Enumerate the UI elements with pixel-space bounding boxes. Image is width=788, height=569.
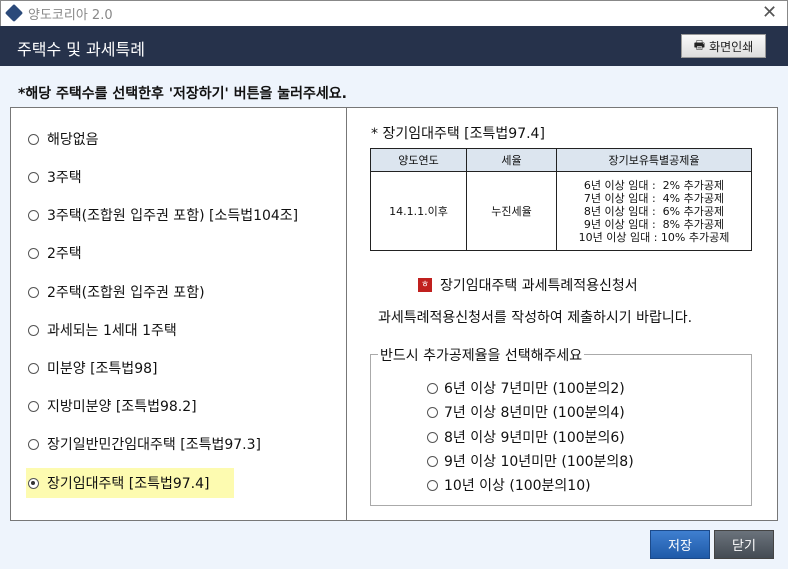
option-label: 장기일반민간임대주택 [조특법97.3] [47,437,261,453]
window-title: 양도코리아 2.0 [28,8,113,23]
print-screen-button[interactable]: 🖶 화면인쇄 [681,34,766,58]
col-deduction: 장기보유특별공제율 [556,148,752,172]
deduction-option[interactable]: 10년 이상 (100분의10) [427,475,591,495]
panel-divider [346,107,347,521]
deduction-option[interactable]: 8년 이상 9년미만 (100분의6) [427,427,625,447]
save-button[interactable]: 저장 [650,530,710,559]
document-icon: ㅎ [418,278,432,292]
radio-button[interactable] [28,133,39,145]
radio-button[interactable] [28,209,39,221]
cell-year: 14.1.1.이후 [370,171,467,251]
radio-button[interactable] [28,286,39,298]
radio-button[interactable] [427,431,438,443]
option-item[interactable]: 해당없음 [26,124,99,154]
deduction-line: 10년 이상 임대 : 10% 추가공제 [578,230,730,244]
option-label: 3주택(조합원 입주권 포함) [소득법104조] [47,208,299,224]
detail-title: * 장기임대주택 [조특법97.4] [371,126,545,142]
form-link-label: 장기임대주택 과세특례적용신청서 [440,278,638,294]
radio-button[interactable] [427,406,438,418]
deduction-option-label: 9년 이상 10년미만 (100분의8) [444,454,634,470]
title-bar [0,0,788,26]
form-description: 과세특례적용신청서를 작성하여 제출하시기 바랍니다. [378,310,693,326]
option-item[interactable]: 장기일반민간임대주택 [조특법97.3] [26,429,261,459]
option-label: 과세되는 1세대 1주택 [47,323,177,339]
radio-button[interactable] [28,438,39,450]
option-item[interactable]: 지방미분양 [조특법98.2] [26,391,197,421]
radio-button[interactable] [427,479,438,491]
cell-deductions: 6년 이상 임대 : 2% 추가공제 7년 이상 임대 : 4% 추가공제 8년 이… [556,171,752,251]
deduction-option[interactable]: 6년 이상 7년미만 (100분의2) [427,378,625,398]
option-label: 지방미분양 [조특법98.2] [47,399,197,415]
window-close-button[interactable]: ✕ [762,2,777,23]
option-item[interactable]: 3주택 [26,162,82,192]
deduction-option[interactable]: 9년 이상 10년미만 (100분의8) [427,451,634,471]
option-item[interactable]: 2주택 [26,238,82,268]
option-label: 장기임대주택 [조특법97.4] [47,476,210,492]
radio-button[interactable] [28,171,39,183]
col-year: 양도연도 [370,148,467,172]
deduction-option-label: 10년 이상 (100분의10) [444,478,591,494]
option-item[interactable]: 미분양 [조특법98] [26,353,157,383]
form-link[interactable]: ㅎ 장기임대주택 과세특례적용신청서 [418,275,638,295]
radio-button[interactable] [28,247,39,259]
option-label: 해당없음 [47,132,99,148]
option-item[interactable]: 2주택(조합원 입주권 포함) [26,277,205,307]
cell-rate: 누진세율 [466,171,557,251]
option-label: 2주택 [47,246,82,262]
option-item[interactable]: 과세되는 1세대 1주택 [26,315,177,345]
option-label: 2주택(조합원 입주권 포함) [47,285,205,301]
option-label: 3주택 [47,170,82,186]
deduction-line: 6년 이상 임대 : 2% 추가공제 [583,178,725,192]
radio-button[interactable] [427,455,438,467]
radio-button[interactable] [28,400,39,412]
group-title: 반드시 추가공제율을 선택해주세요 [378,345,585,365]
deduction-option[interactable]: 7년 이상 8년미만 (100분의4) [427,402,625,422]
deduction-line: 7년 이상 임대 : 4% 추가공제 [583,191,725,205]
option-label: 미분양 [조특법98] [47,361,158,377]
dialog-title: 주택수 및 과세특례 [17,40,145,59]
instruction-text: *해당 주택수를 선택한후 '저장하기' 버튼을 눌러주세요. [18,86,347,102]
col-rate: 세율 [466,148,557,172]
option-item[interactable]: 3주택(조합원 입주권 포함) [소득법104조] [26,200,298,230]
option-item[interactable]: 장기임대주택 [조특법97.4] [26,468,234,498]
deduction-option-label: 7년 이상 8년미만 (100분의4) [444,405,625,421]
printer-icon: 🖶 [693,37,706,52]
deduction-line: 8년 이상 임대 : 6% 추가공제 [583,204,725,218]
print-label: 화면인쇄 [709,39,754,54]
radio-button[interactable] [28,324,39,336]
deduction-option-label: 8년 이상 9년미만 (100분의6) [444,430,625,446]
deduction-line: 9년 이상 임대 : 8% 추가공제 [583,217,725,231]
deduction-table: 양도연도 세율 장기보유특별공제율 14.1.1.이후 누진세율 6년 이상 임대 : … [370,148,752,251]
deduction-option-label: 6년 이상 7년미만 (100분의2) [444,381,625,397]
radio-button[interactable] [427,382,438,394]
close-button[interactable]: 닫기 [714,530,774,559]
radio-button[interactable] [28,362,39,374]
radio-button[interactable] [28,477,39,489]
